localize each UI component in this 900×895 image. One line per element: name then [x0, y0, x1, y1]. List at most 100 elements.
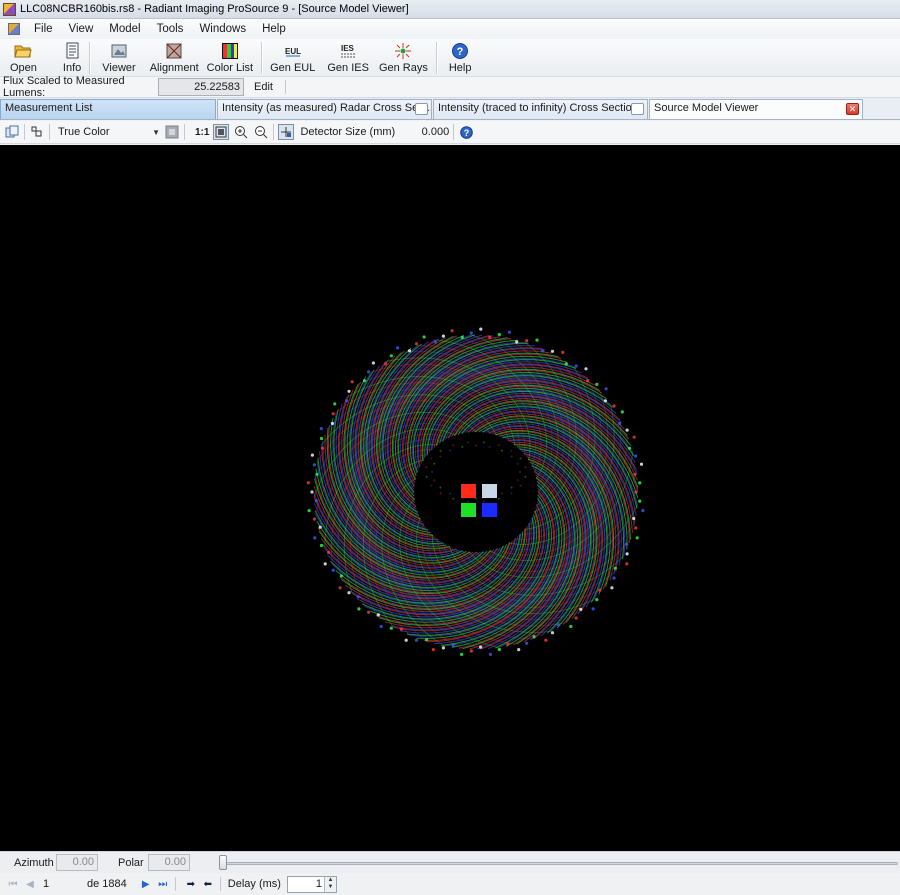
polar-label: Polar: [118, 856, 144, 869]
frame-number-field[interactable]: 1: [43, 878, 87, 890]
gray-square-icon[interactable]: [164, 124, 180, 140]
toolbar-separator: [435, 42, 437, 74]
azimuth-label: Azimuth: [14, 856, 54, 869]
tab-close-button[interactable]: [631, 103, 644, 115]
flux-row: Flux Scaled to Measured Lumens: 25.22583…: [0, 75, 900, 99]
flux-separator: [284, 80, 286, 94]
gen-ies-button[interactable]: IES Gen IES: [325, 39, 371, 75]
frame-slider-thumb[interactable]: [219, 855, 227, 870]
menu-model[interactable]: Model: [101, 23, 148, 35]
document-window-icon[interactable]: [8, 23, 20, 35]
viewer-toolbar: True Color ▼ 1:1 Detector Size (mm) 0.00…: [0, 121, 900, 144]
info-label: Info: [62, 62, 82, 74]
tab-intensity-cross-section[interactable]: Intensity (traced to infinity) Cross Sec…: [433, 99, 648, 119]
open-label: Open: [10, 62, 37, 74]
close-icon[interactable]: ✕: [846, 103, 859, 115]
fit-view-icon[interactable]: [213, 124, 230, 140]
help-icon[interactable]: ?: [458, 124, 474, 140]
viewer-separator: [273, 124, 275, 140]
svg-text:?: ?: [463, 128, 469, 138]
tab-source-model-viewer[interactable]: Source Model Viewer ✕: [649, 99, 863, 119]
alignment-button[interactable]: Alignment: [148, 39, 201, 75]
zoom-in-icon[interactable]: [233, 124, 249, 140]
detector-size-value[interactable]: 0.000: [399, 126, 450, 138]
tab-measurement-list[interactable]: Measurement List: [0, 99, 216, 119]
navigation-row: ⏮ ◀ 1 de 1884 ▶ ⏭ ➡ ⬅ Delay (ms) 1 ▲ ▼: [0, 873, 900, 895]
first-frame-icon[interactable]: ⏮: [6, 877, 20, 891]
color-list-button[interactable]: Color List: [205, 39, 255, 75]
svg-text:?: ?: [457, 46, 464, 58]
gen-ies-label: Gen IES: [327, 62, 369, 74]
flux-label: Flux Scaled to Measured Lumens:: [3, 75, 125, 99]
flux-edit-button[interactable]: Edit: [250, 81, 277, 93]
menu-tools[interactable]: Tools: [149, 23, 192, 35]
copy-icon[interactable]: [4, 124, 20, 140]
play-backward-icon[interactable]: ⬅: [201, 877, 215, 891]
nav-separator: [174, 877, 176, 891]
detector-icon[interactable]: [278, 124, 295, 140]
viewer-button[interactable]: Viewer: [100, 39, 137, 75]
tab-intensity-cross-section-label: Intensity (traced to infinity) Cross Sec…: [438, 102, 638, 114]
polar-field[interactable]: 0.00: [148, 854, 190, 871]
help-button[interactable]: ? Help: [447, 39, 474, 75]
tab-measurement-list-label: Measurement List: [5, 102, 93, 114]
spinner-arrows-icon[interactable]: ▲ ▼: [323, 876, 336, 892]
viewer-label: Viewer: [102, 62, 136, 74]
frame-slider-track[interactable]: [222, 862, 898, 865]
tab-source-model-viewer-label: Source Model Viewer: [654, 102, 759, 114]
detector-size-label: Detector Size (mm): [300, 126, 396, 138]
viewer-separator: [49, 124, 50, 140]
viewer-separator: [24, 124, 25, 140]
folder-open-icon: [14, 45, 33, 58]
color-mode-value: True Color: [58, 126, 110, 138]
toolbar-separator: [89, 42, 91, 74]
gen-rays-label: Gen Rays: [378, 62, 428, 74]
open-button[interactable]: Open: [8, 39, 39, 75]
flux-value-field[interactable]: 25.22583: [158, 78, 244, 96]
menu-file[interactable]: File: [26, 23, 61, 35]
svg-text:IES: IES: [341, 44, 355, 53]
ratio-1-1-button[interactable]: 1:1: [195, 127, 209, 138]
angle-row: Azimuth 0.00 Polar 0.00: [0, 851, 900, 873]
nav-separator: [219, 877, 221, 891]
app-icon: [3, 2, 16, 16]
play-forward-icon[interactable]: ➡: [184, 877, 198, 891]
viewer-icon: [111, 44, 127, 58]
viewer-separator: [184, 124, 185, 140]
toolbar-separator: [261, 42, 263, 74]
zoom-out-icon[interactable]: [253, 124, 269, 140]
next-frame-icon[interactable]: ▶: [139, 877, 153, 891]
frame-total-label: de 1884: [87, 878, 127, 890]
gen-rays-button[interactable]: Gen Rays: [377, 39, 430, 75]
main-toolbar: Open Info Viewer Alignment Color List EU…: [0, 39, 900, 77]
color-list-label: Color List: [206, 62, 254, 74]
help-icon: ?: [452, 43, 469, 59]
window-title: LLC08NCBR160bis.rs8 - Radiant Imaging Pr…: [20, 3, 409, 15]
gen-eul-label: Gen EUL: [270, 62, 316, 74]
menu-bar: File View Model Tools Windows Help: [0, 19, 900, 39]
tab-intensity-radar-label: Intensity (as measured) Radar Cross Sect…: [222, 102, 432, 114]
gen-eul-icon: EUL: [285, 47, 301, 57]
document-tabs: Measurement List Intensity (as measured)…: [0, 98, 900, 120]
last-frame-icon[interactable]: ⏭: [156, 877, 170, 891]
alignment-label: Alignment: [149, 62, 199, 74]
source-model-canvas[interactable]: [0, 145, 900, 851]
previous-frame-icon[interactable]: ◀: [23, 877, 37, 891]
color-mode-select[interactable]: True Color ▼: [56, 126, 160, 138]
help-label: Help: [448, 62, 472, 74]
menu-view[interactable]: View: [61, 23, 102, 35]
delay-stepper[interactable]: 1 ▲ ▼: [286, 875, 337, 893]
grid-select-icon[interactable]: [29, 124, 45, 140]
menu-windows[interactable]: Windows: [191, 23, 254, 35]
tab-intensity-radar[interactable]: Intensity (as measured) Radar Cross Sect…: [217, 99, 432, 119]
tab-close-button[interactable]: [415, 103, 428, 115]
azimuth-field[interactable]: 0.00: [56, 854, 98, 871]
svg-text:EUL: EUL: [285, 47, 301, 56]
gen-rays-icon: [395, 43, 412, 59]
title-bar: LLC08NCBR160bis.rs8 - Radiant Imaging Pr…: [0, 0, 900, 19]
gen-ies-icon: IES: [341, 44, 356, 58]
gen-eul-button[interactable]: EUL Gen EUL: [268, 39, 317, 75]
menu-help[interactable]: Help: [254, 23, 294, 35]
info-button[interactable]: Info: [61, 39, 83, 75]
color-list-icon: [221, 43, 238, 59]
